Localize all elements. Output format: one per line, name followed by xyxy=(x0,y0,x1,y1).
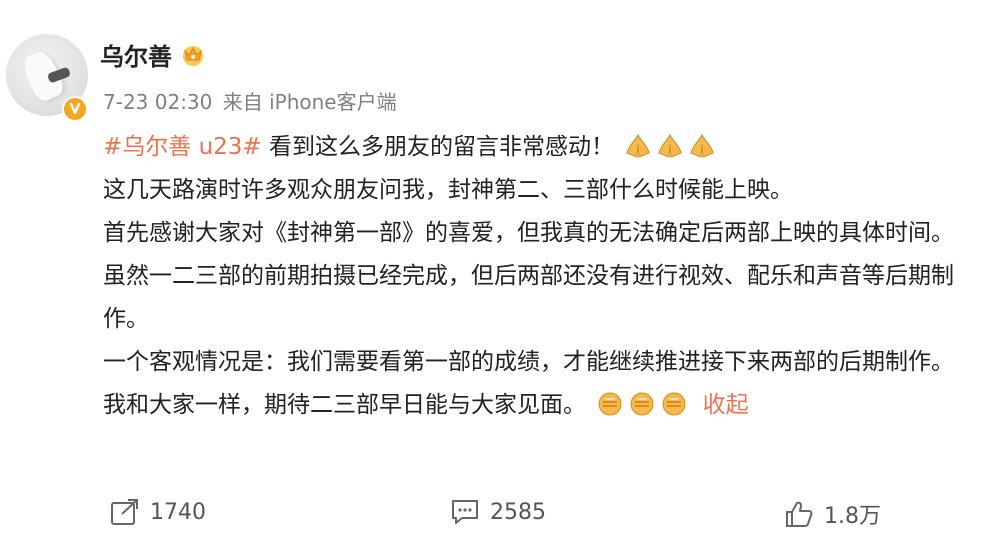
content-text: 看到这么多朋友的留言非常感动！ xyxy=(269,134,615,160)
content-line-5: 一个客观情况是：我们需要看第一部的成绩，才能继续推进接下来两部的后期制作。 xyxy=(103,349,954,375)
content-line-4: 虽然一二三部的前期拍摄已经完成，但后两部还没有进行视效、配乐和声音等后期制作。 xyxy=(103,263,954,332)
content-line-2: 这几天路演时许多观众朋友问我，封神第二、三部什么时候能上映。 xyxy=(103,177,793,203)
content-text: 我和大家一样，期待二三部早日能与大家见面。 xyxy=(103,392,586,418)
content-line-3: 首先感谢大家对《封神第一部》的喜爱，但我真的无法确定后两部上映的具体时间。 xyxy=(103,220,954,246)
action-bar: 1740 2585 1.8万 xyxy=(0,498,1000,534)
post-meta: 7-23 02:30 来自 iPhone客户端 xyxy=(103,86,401,115)
username-row: 乌尔善 xyxy=(100,37,206,72)
forward-button[interactable]: 1740 xyxy=(110,498,206,526)
hashtag-link[interactable]: #乌尔善 u23# xyxy=(103,134,262,160)
comment-icon xyxy=(450,498,480,526)
content-line-6: 我和大家一样，期待二三部早日能与大家见面。 收起 xyxy=(103,384,995,427)
weibo-post: 乌尔善 7-23 02:30 来自 iPhone客户端 #乌尔善 u23# 看到… xyxy=(0,0,1000,543)
fist-icon xyxy=(627,389,657,416)
folded-hands-icon xyxy=(623,131,653,158)
vip-crown-icon[interactable] xyxy=(180,43,206,67)
fist-icon xyxy=(659,389,689,416)
fist-icon xyxy=(595,389,625,416)
folded-hands-icon xyxy=(687,131,717,158)
comment-button[interactable]: 2585 xyxy=(450,498,546,526)
like-icon xyxy=(784,500,814,528)
content-line-1: #乌尔善 u23# 看到这么多朋友的留言非常感动！ xyxy=(103,126,995,169)
post-date[interactable]: 7-23 02:30 xyxy=(103,90,212,114)
username[interactable]: 乌尔善 xyxy=(100,37,172,72)
folded-hands-icon xyxy=(655,131,685,158)
comment-count: 2585 xyxy=(490,499,546,525)
post-content: #乌尔善 u23# 看到这么多朋友的留言非常感动！ 这几天路演时许多观众朋友问我… xyxy=(103,126,995,427)
forward-icon xyxy=(110,498,140,526)
forward-count: 1740 xyxy=(150,499,206,525)
like-button[interactable]: 1.8万 xyxy=(784,498,881,530)
verified-badge-icon xyxy=(62,96,88,122)
post-source: 来自 iPhone客户端 xyxy=(222,90,397,114)
like-count: 1.8万 xyxy=(824,504,881,529)
collapse-link[interactable]: 收起 xyxy=(703,392,749,418)
